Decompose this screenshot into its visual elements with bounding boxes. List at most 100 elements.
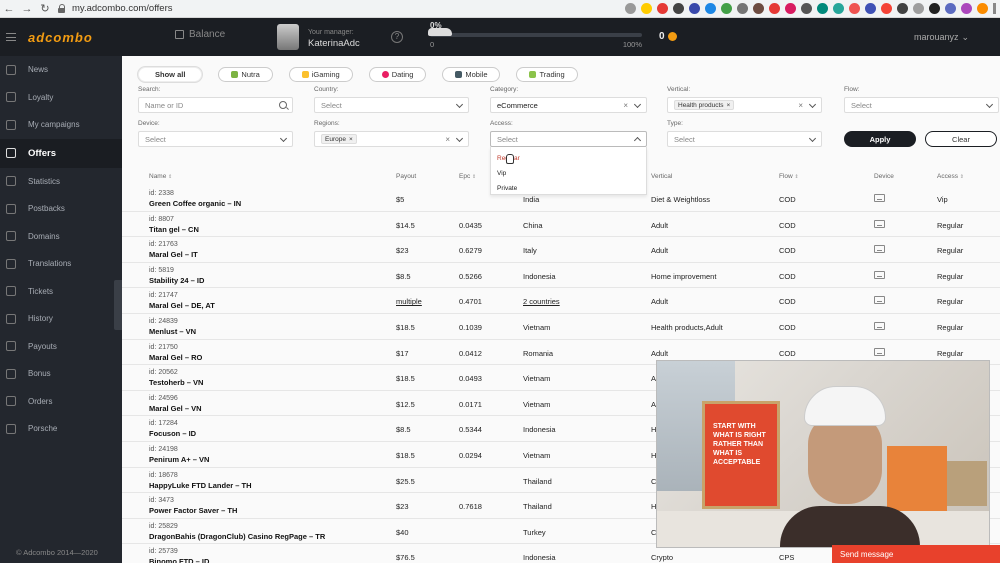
access-option-regular[interactable]: Regular (491, 151, 646, 166)
offer-name-cell[interactable]: id: 25739 Binomo FTD – ID (149, 547, 209, 563)
extension-icon[interactable] (673, 3, 684, 14)
sidebar-item-translations[interactable]: Translations (0, 250, 122, 278)
extension-icon[interactable] (817, 3, 828, 14)
offer-name-cell[interactable]: id: 3473 Power Factor Saver – TH (149, 496, 237, 516)
pinterest-icon[interactable] (769, 3, 780, 14)
send-message-button[interactable]: Send message (832, 545, 1000, 563)
flow-select[interactable]: Select (844, 97, 999, 113)
chip-trading[interactable]: Trading (516, 67, 578, 82)
reload-button[interactable]: ↻ (36, 0, 54, 18)
sidebar-item-news[interactable]: News (0, 56, 122, 84)
table-row[interactable]: id: 21747 Maral Gel – DE, AT multiple 0.470… (122, 288, 1000, 314)
offer-name-cell[interactable]: id: 18678 HappyLuke FTD Lander – TH (149, 471, 252, 491)
extension-icon[interactable] (881, 3, 892, 14)
extension-icon[interactable] (833, 3, 844, 14)
sidebar-item-offers[interactable]: Offers (0, 138, 122, 168)
vertical-select[interactable]: Health products × × (667, 97, 822, 113)
clear-button[interactable]: Clear (925, 131, 997, 147)
profile-avatar-icon[interactable] (977, 3, 988, 14)
sidebar-item-statistics[interactable]: Statistics (0, 168, 122, 196)
logo[interactable]: adcombo (28, 30, 93, 45)
sidebar-item-my-campaigns[interactable]: My campaigns (0, 111, 122, 139)
back-button[interactable]: ← (0, 0, 18, 18)
chip-nutra[interactable]: Nutra (218, 67, 273, 82)
offer-name-cell[interactable]: id: 21750 Maral Gel – RO (149, 343, 202, 363)
extension-icon[interactable] (945, 3, 956, 14)
info-icon[interactable]: ? (391, 31, 403, 43)
search-input[interactable]: Name or ID (138, 97, 293, 113)
access-option-vip[interactable]: Vip (491, 166, 646, 181)
apply-button[interactable]: Apply (844, 131, 916, 147)
star-icon[interactable] (641, 3, 652, 14)
sidebar-collapse-handle[interactable] (114, 280, 122, 330)
country-cell[interactable]: 2 countries (523, 297, 560, 306)
sidebar-item-payouts[interactable]: Payouts (0, 333, 122, 361)
extension-icon[interactable] (961, 3, 972, 14)
remove-tag-icon[interactable]: × (727, 102, 731, 109)
sidebar-item-postbacks[interactable]: Postbacks (0, 195, 122, 223)
sidebar-item-orders[interactable]: Orders (0, 388, 122, 416)
sidebar-item-porsche[interactable]: Porsche (0, 415, 122, 443)
address-bar[interactable]: my.adcombo.com/offers (72, 3, 173, 14)
regions-select[interactable]: Europe × × (314, 131, 469, 147)
type-select[interactable]: Select (667, 131, 822, 147)
extension-icon[interactable] (865, 3, 876, 14)
offer-name-cell[interactable]: id: 24198 Penirum A+ – VN (149, 445, 209, 465)
hamburger-menu-icon[interactable] (6, 33, 16, 41)
clear-icon[interactable]: × (623, 101, 628, 110)
col-flow[interactable]: Flow ⇕ (779, 173, 799, 180)
extension-icon[interactable] (785, 3, 796, 14)
offer-name-cell[interactable]: id: 2338 Green Coffee organic – IN (149, 189, 241, 209)
sidebar-item-history[interactable]: History (0, 305, 122, 333)
col-name[interactable]: Name ⇕ (149, 173, 172, 180)
offer-name-cell[interactable]: id: 24596 Maral Gel – VN (149, 394, 202, 414)
offer-name-cell[interactable]: id: 8807 Titan gel – CN (149, 215, 199, 235)
clear-icon[interactable]: × (798, 101, 803, 110)
key-icon[interactable] (625, 3, 636, 14)
balance-link[interactable]: Balance (175, 29, 225, 40)
offer-name-cell[interactable]: id: 20562 Testoherb – VN (149, 368, 203, 388)
device-select[interactable]: Select (138, 131, 293, 147)
offer-name-cell[interactable]: id: 21763 Maral Gel – IT (149, 240, 198, 260)
col-epc[interactable]: Epc ⇕ (459, 173, 476, 180)
extension-icon[interactable] (929, 3, 940, 14)
table-row[interactable]: id: 21763 Maral Gel – IT $23 0.6279 Italy Adu… (122, 237, 1000, 263)
extension-icon[interactable] (849, 3, 860, 14)
offer-name-cell[interactable]: id: 25829 DragonBahis (DragonClub) Casino… (149, 522, 325, 542)
access-option-private[interactable]: Private (491, 181, 646, 196)
table-row[interactable]: id: 24839 Menlust – VN $18.5 0.1039 Vietnam H… (122, 314, 1000, 340)
extension-icon[interactable] (721, 3, 732, 14)
extension-icon[interactable] (913, 3, 924, 14)
payout-cell[interactable]: multiple (396, 297, 422, 306)
table-row[interactable]: id: 8807 Titan gel – CN $14.5 0.0435 China Ad… (122, 212, 1000, 238)
extension-icon[interactable] (705, 3, 716, 14)
col-access[interactable]: Access ⇕ (937, 173, 964, 180)
sidebar-item-tickets[interactable]: Tickets (0, 278, 122, 306)
chip-show-all[interactable]: Show all (138, 67, 203, 82)
chip-igaming[interactable]: iGaming (288, 67, 353, 82)
chip-mobile[interactable]: Mobile (442, 67, 501, 82)
extension-icon[interactable] (689, 3, 700, 14)
manager-name[interactable]: KaterinaAdc (308, 38, 360, 49)
extension-icon[interactable] (737, 3, 748, 14)
extension-icon[interactable] (657, 3, 668, 14)
forward-button[interactable]: → (18, 0, 36, 18)
table-row[interactable]: id: 5819 Stability 24 – ID $8.5 0.5266 Indon… (122, 263, 1000, 289)
extension-icon[interactable] (753, 3, 764, 14)
offer-name-cell[interactable]: id: 17284 Focuson – ID (149, 419, 196, 439)
sidebar-item-bonus[interactable]: Bonus (0, 360, 122, 388)
user-menu[interactable]: marouanyz ⌄ (914, 32, 969, 43)
offer-name-cell[interactable]: id: 24839 Menlust – VN (149, 317, 196, 337)
browser-menu-icon[interactable] (993, 3, 996, 14)
offer-name-cell[interactable]: id: 5819 Stability 24 – ID (149, 266, 204, 286)
sidebar-item-domains[interactable]: Domains (0, 223, 122, 251)
clear-icon[interactable]: × (445, 135, 450, 144)
remove-tag-icon[interactable]: × (349, 136, 353, 143)
extension-icon[interactable] (801, 3, 812, 14)
access-select[interactable]: Select (490, 131, 647, 147)
sidebar-item-loyalty[interactable]: Loyalty (0, 84, 122, 112)
country-select[interactable]: Select (314, 97, 469, 113)
extension-icon[interactable] (897, 3, 908, 14)
chip-dating[interactable]: Dating (368, 67, 427, 82)
category-select[interactable]: eCommerce × (490, 97, 647, 113)
